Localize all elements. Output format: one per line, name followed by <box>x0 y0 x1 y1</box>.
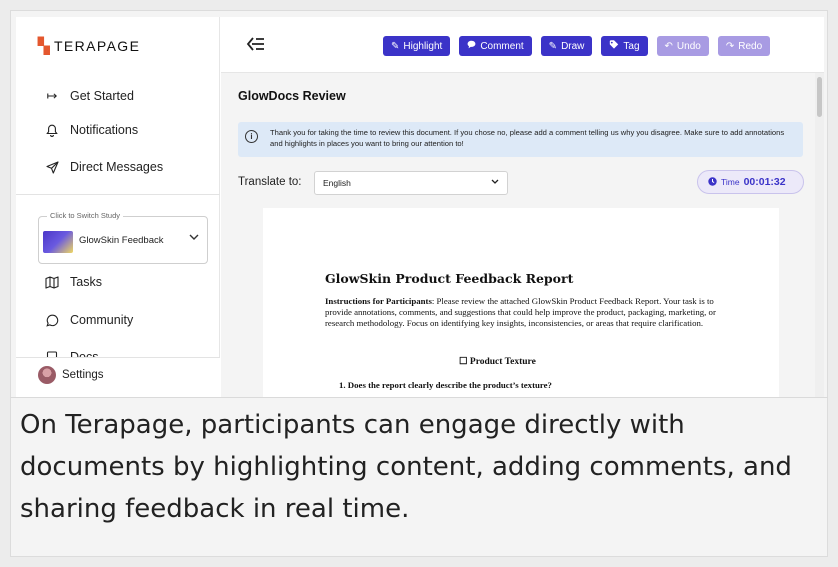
tag-icon <box>609 40 619 52</box>
arrow-right-to-line-icon: ↦ <box>46 88 58 103</box>
scrollbar-thumb[interactable] <box>817 77 822 117</box>
settings-label: Settings <box>62 369 104 381</box>
collapse-sidebar-icon[interactable] <box>246 35 266 58</box>
session-timer: Time 00:01:32 <box>697 170 804 194</box>
avatar <box>38 366 56 384</box>
document-page[interactable]: GlowSkin Product Feedback Report Instruc… <box>263 208 779 397</box>
chevron-down-icon <box>491 172 499 194</box>
undo-button[interactable]: ↶ Undo <box>656 36 709 56</box>
undo-icon: ↶ <box>664 40 673 52</box>
instructions-heading: Instructions for Participants <box>325 296 432 306</box>
comment-icon <box>467 40 476 52</box>
sidebar-item-notifications[interactable]: Notifications <box>44 123 138 137</box>
redo-button[interactable]: ↷ Redo <box>717 36 771 56</box>
redo-icon: ↷ <box>725 40 735 52</box>
tag-label: Tag <box>623 40 640 52</box>
pen-icon: ✎ <box>391 40 400 52</box>
annotation-toolbar: ✎ Highlight Comment ✎ Draw Tag ↶ Undo ↷ … <box>383 36 771 56</box>
highlight-label: Highlight <box>403 40 443 52</box>
sidebar-item-community[interactable]: Community <box>44 313 133 327</box>
send-icon <box>44 160 60 174</box>
bell-icon <box>44 124 60 137</box>
language-select[interactable]: English <box>314 171 508 195</box>
document-title: GlowSkin Product Feedback Report <box>325 271 574 286</box>
timer-value: 00:01:32 <box>743 176 786 188</box>
info-text: Thank you for taking the time to review … <box>270 128 785 148</box>
study-switcher-legend: Click to Switch Study <box>47 211 124 220</box>
chevron-down-icon[interactable] <box>189 233 199 244</box>
undo-label: Undo <box>676 40 701 52</box>
comment-label: Comment <box>480 40 524 52</box>
draw-label: Draw <box>561 40 585 52</box>
info-banner: i Thank you for taking the time to revie… <box>238 122 803 157</box>
slide-caption: On Terapage, participants can engage dir… <box>20 410 792 524</box>
document-instructions: Instructions for Participants: Please re… <box>325 296 725 329</box>
language-value: English <box>323 178 351 188</box>
main-content: GlowDocs Review i Thank you for taking t… <box>221 73 824 397</box>
sidebar-item-get-started[interactable]: ↦ Get Started <box>44 88 134 104</box>
brand-logo[interactable]: ▚ TERAPAGE <box>38 37 140 55</box>
sidebar-item-label: Tasks <box>70 275 102 289</box>
page-title: GlowDocs Review <box>238 89 346 103</box>
brush-icon: ✎ <box>548 40 558 52</box>
study-thumbnail <box>43 231 73 253</box>
sidebar-item-label: Direct Messages <box>70 160 164 174</box>
draw-button[interactable]: ✎ Draw <box>540 36 593 56</box>
sidebar-item-label: Community <box>70 313 134 327</box>
clock-icon <box>708 176 717 188</box>
caption-divider <box>10 397 828 398</box>
question-item: 1. Does the report clearly describe the … <box>339 380 552 390</box>
comment-button[interactable]: Comment <box>459 36 532 56</box>
chat-bubble-icon <box>44 314 60 327</box>
timer-label: Time <box>721 177 740 187</box>
sidebar: ▚ TERAPAGE ↦ Get Started Notifications D… <box>16 17 220 397</box>
study-name: GlowSkin Feedback <box>79 235 164 246</box>
settings-button[interactable]: Settings <box>38 366 104 384</box>
scrollbar[interactable] <box>815 73 824 397</box>
redo-label: Redo <box>738 40 763 52</box>
section-heading: ☐ Product Texture <box>459 357 536 367</box>
brand-name: TERAPAGE <box>53 38 141 54</box>
sidebar-divider <box>16 194 220 195</box>
tag-button[interactable]: Tag <box>601 36 648 56</box>
map-icon <box>44 275 60 289</box>
info-icon: i <box>245 130 258 143</box>
sidebar-item-label: Get Started <box>70 89 134 103</box>
sidebar-item-tasks[interactable]: Tasks <box>44 275 102 289</box>
logo-icon: ▚ <box>38 38 51 55</box>
sidebar-item-direct-messages[interactable]: Direct Messages <box>44 160 163 174</box>
highlight-button[interactable]: ✎ Highlight <box>383 36 451 56</box>
study-switcher[interactable]: Click to Switch Study GlowSkin Feedback <box>38 211 208 264</box>
translate-label: Translate to: <box>238 176 302 188</box>
app-window: ▚ TERAPAGE ↦ Get Started Notifications D… <box>16 17 824 397</box>
sidebar-item-label: Notifications <box>70 123 139 137</box>
